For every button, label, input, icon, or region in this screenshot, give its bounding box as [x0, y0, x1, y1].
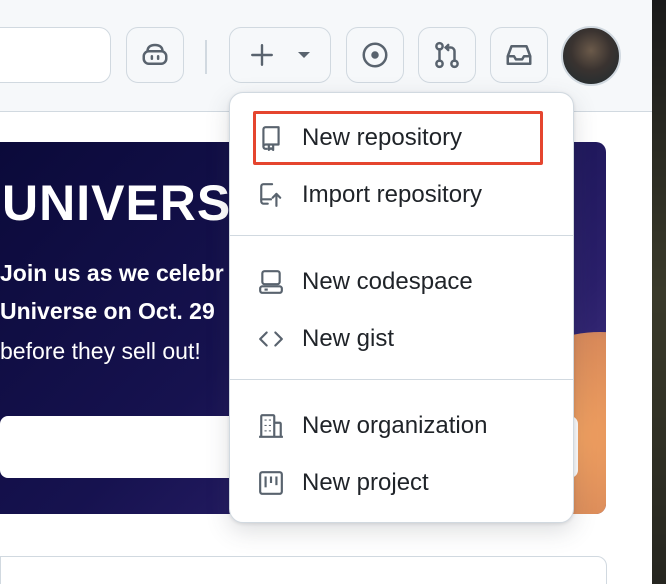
inbox-icon: [504, 40, 534, 70]
menu-item-label: New codespace: [302, 268, 473, 295]
menu-item-label: New gist: [302, 325, 395, 352]
header-divider: [205, 40, 207, 74]
banner-line-2: Universe on Oct. 29: [0, 298, 215, 324]
create-new-menu: New repository Import repository New cod…: [229, 92, 574, 523]
menu-item-new-organization[interactable]: New organization: [242, 401, 562, 449]
menu-item-label: Import repository: [302, 181, 483, 208]
user-avatar[interactable]: [561, 26, 621, 86]
code-icon: [256, 324, 286, 354]
create-new-button[interactable]: [229, 27, 331, 83]
window-edge: [652, 0, 666, 584]
menu-divider: [230, 379, 573, 380]
menu-item-import-repository[interactable]: Import repository: [242, 170, 562, 218]
menu-item-label: New repository: [302, 124, 463, 151]
pull-requests-button[interactable]: [418, 27, 476, 83]
menu-item-new-gist[interactable]: New gist: [242, 314, 562, 362]
plus-icon: [249, 42, 275, 68]
search-input[interactable]: [0, 27, 111, 83]
banner-line-3: before they sell out!: [0, 338, 201, 364]
inbox-button[interactable]: [490, 27, 548, 83]
triangle-down-icon: [297, 50, 311, 60]
organization-icon: [256, 411, 286, 441]
repo-icon: [256, 123, 286, 153]
codespaces-icon: [256, 267, 286, 297]
menu-item-new-project[interactable]: New project: [242, 458, 562, 506]
menu-item-label: New organization: [302, 412, 488, 439]
copilot-button[interactable]: [126, 27, 184, 83]
repo-push-icon: [256, 180, 286, 210]
project-icon: [256, 468, 286, 498]
banner-title: UNIVERS: [2, 175, 232, 231]
menu-divider: [230, 235, 573, 236]
menu-item-new-codespace[interactable]: New codespace: [242, 257, 562, 305]
feed-card: [0, 556, 607, 584]
issues-button[interactable]: [346, 27, 404, 83]
menu-item-new-repository[interactable]: New repository: [242, 113, 562, 161]
issue-opened-icon: [360, 40, 390, 70]
menu-item-label: New project: [302, 469, 429, 496]
banner-line-1: Join us as we celebr: [0, 260, 224, 286]
git-pull-request-icon: [432, 40, 462, 70]
copilot-icon: [140, 40, 170, 70]
